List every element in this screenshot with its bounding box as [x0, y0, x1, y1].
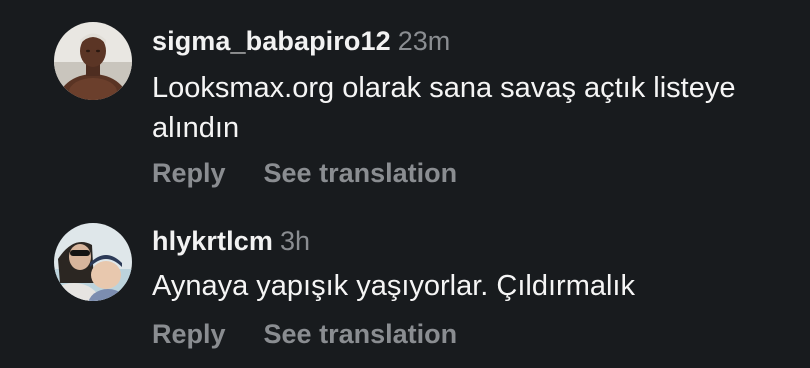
comment-header: sigma_babapiro12 23m	[152, 28, 450, 55]
reply-button[interactable]: Reply	[152, 158, 226, 188]
see-translation-button[interactable]: See translation	[264, 158, 458, 188]
reply-button[interactable]: Reply	[152, 319, 226, 349]
avatar[interactable]	[54, 223, 132, 301]
comment-actions: Reply See translation	[152, 321, 457, 348]
avatar-photo	[54, 22, 132, 100]
avatar-photo	[54, 223, 132, 301]
comment-timestamp: 23m	[397, 26, 451, 56]
comment-timestamp: 3h	[279, 226, 310, 256]
comment-header: hlykrtlcm 3h	[152, 228, 310, 255]
username-link[interactable]: sigma_babapiro12	[152, 26, 391, 56]
comment-item: sigma_babapiro12 23m Looksmax.org olarak …	[0, 0, 810, 200]
see-translation-button[interactable]: See translation	[264, 319, 458, 349]
comment-item: hlykrtlcm 3h Aynaya yapışık yaşıyorlar. Ç…	[0, 200, 810, 368]
username-link[interactable]: hlykrtlcm	[152, 226, 273, 256]
avatar[interactable]	[54, 22, 132, 100]
comment-actions: Reply See translation	[152, 160, 457, 187]
comment-text: Looksmax.org olarak sana savaş açtık lis…	[152, 72, 736, 144]
comment-text: Aynaya yapışık yaşıyorlar. Çıldırmalık	[152, 270, 635, 302]
